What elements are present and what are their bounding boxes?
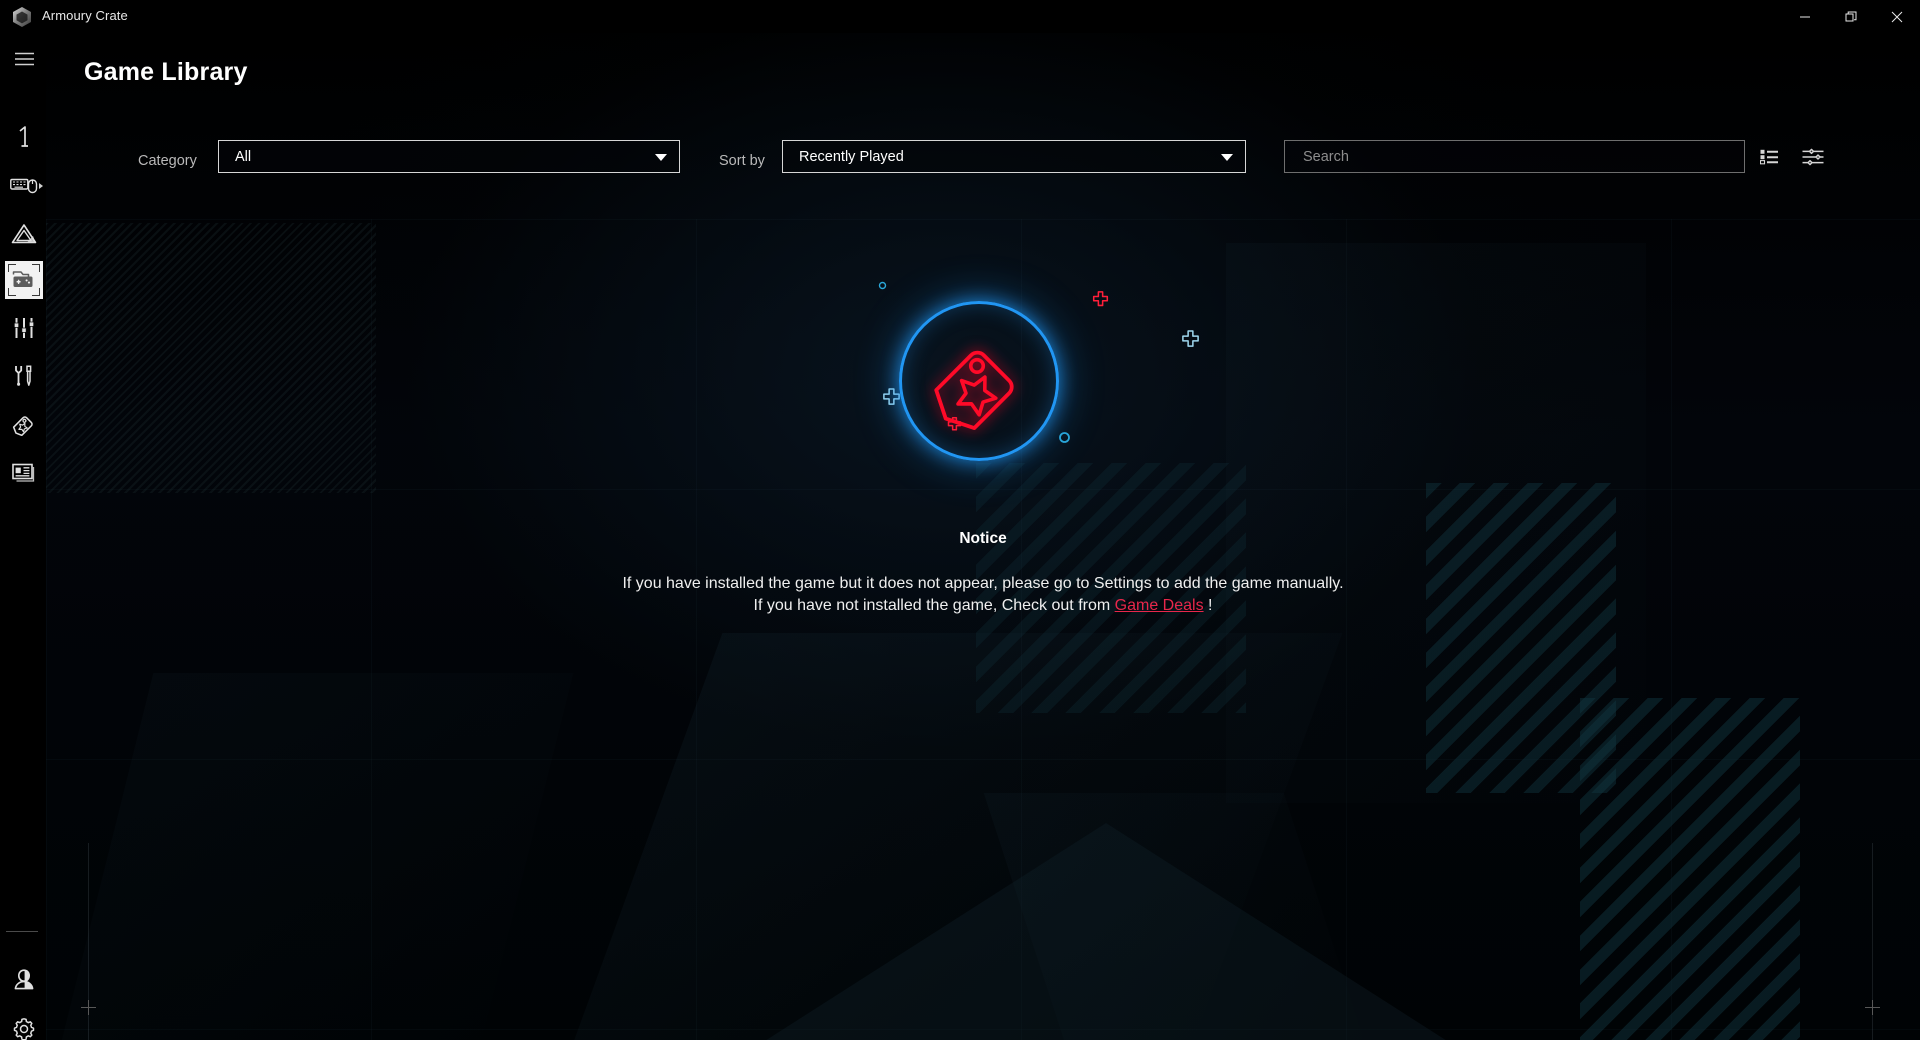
filter-bar: Category All Sort by Recently Played bbox=[0, 140, 1920, 184]
sort-by-label: Sort by bbox=[719, 153, 765, 169]
minimize-icon[interactable] bbox=[1782, 0, 1828, 33]
list-view-icon[interactable] bbox=[1757, 144, 1783, 170]
deco-cross-blue-right bbox=[1181, 330, 1200, 349]
close-icon[interactable] bbox=[1874, 0, 1920, 33]
window-controls bbox=[1782, 0, 1920, 33]
notice-line-1: If you have installed the game but it do… bbox=[622, 575, 1344, 592]
title-bar: Armoury Crate bbox=[0, 0, 1920, 33]
search-box[interactable] bbox=[1284, 140, 1745, 173]
sort-by-dropdown[interactable]: Recently Played bbox=[782, 140, 1246, 173]
deco-circle-blue-large bbox=[1058, 431, 1071, 444]
armoury-crate-window: Notice If you have installed the game bu… bbox=[0, 0, 1920, 1040]
restore-icon[interactable] bbox=[1828, 0, 1874, 33]
filter-sliders-icon[interactable] bbox=[1800, 144, 1826, 170]
category-dropdown[interactable]: All bbox=[218, 140, 680, 173]
armoury-crate-hexagon-logo bbox=[10, 5, 34, 29]
notice-heading: Notice bbox=[959, 530, 1007, 547]
notice-line-2: If you have not installed the game, Chec… bbox=[46, 595, 1920, 617]
deco-circle-blue-small bbox=[878, 281, 887, 290]
sort-by-dropdown-value: Recently Played bbox=[799, 148, 904, 165]
sidebar-item-user-account[interactable] bbox=[5, 960, 43, 998]
category-dropdown-value: All bbox=[235, 148, 252, 165]
game-deals-link[interactable]: Game Deals bbox=[1115, 597, 1204, 614]
notice-body: If you have installed the game but it do… bbox=[46, 573, 1920, 617]
sidebar bbox=[0, 33, 46, 1040]
sidebar-item-settings[interactable] bbox=[5, 1010, 43, 1040]
sidebar-item-aura-lighting[interactable] bbox=[5, 215, 43, 253]
deco-cross-red-top bbox=[1092, 291, 1109, 308]
chevron-down-icon bbox=[1221, 154, 1233, 161]
sidebar-item-game-library[interactable] bbox=[5, 261, 43, 299]
category-label: Category bbox=[138, 153, 197, 169]
hamburger-menu-icon[interactable] bbox=[5, 40, 43, 78]
content-canvas: Notice If you have installed the game bu… bbox=[46, 33, 1920, 1040]
notice-line-2-suffix: ! bbox=[1203, 597, 1213, 614]
app-title: Armoury Crate bbox=[42, 8, 128, 23]
sidebar-item-news[interactable] bbox=[5, 453, 43, 491]
sidebar-item-tools[interactable] bbox=[5, 357, 43, 395]
chevron-right-icon bbox=[39, 183, 43, 189]
sidebar-item-keyboard-mouse[interactable] bbox=[5, 167, 43, 205]
sidebar-item-device-info[interactable] bbox=[5, 119, 43, 157]
sidebar-divider bbox=[6, 931, 38, 932]
price-tag-star-icon bbox=[923, 323, 1035, 440]
hero-graphic bbox=[899, 301, 1059, 461]
notice-line-2-prefix: If you have not installed the game, Chec… bbox=[753, 597, 1115, 614]
chevron-down-icon bbox=[655, 154, 667, 161]
sidebar-item-scenario-profiles[interactable] bbox=[5, 309, 43, 347]
page-title: Game Library bbox=[84, 58, 248, 86]
sidebar-item-game-deals[interactable] bbox=[5, 405, 43, 443]
search-input[interactable] bbox=[1285, 141, 1744, 172]
